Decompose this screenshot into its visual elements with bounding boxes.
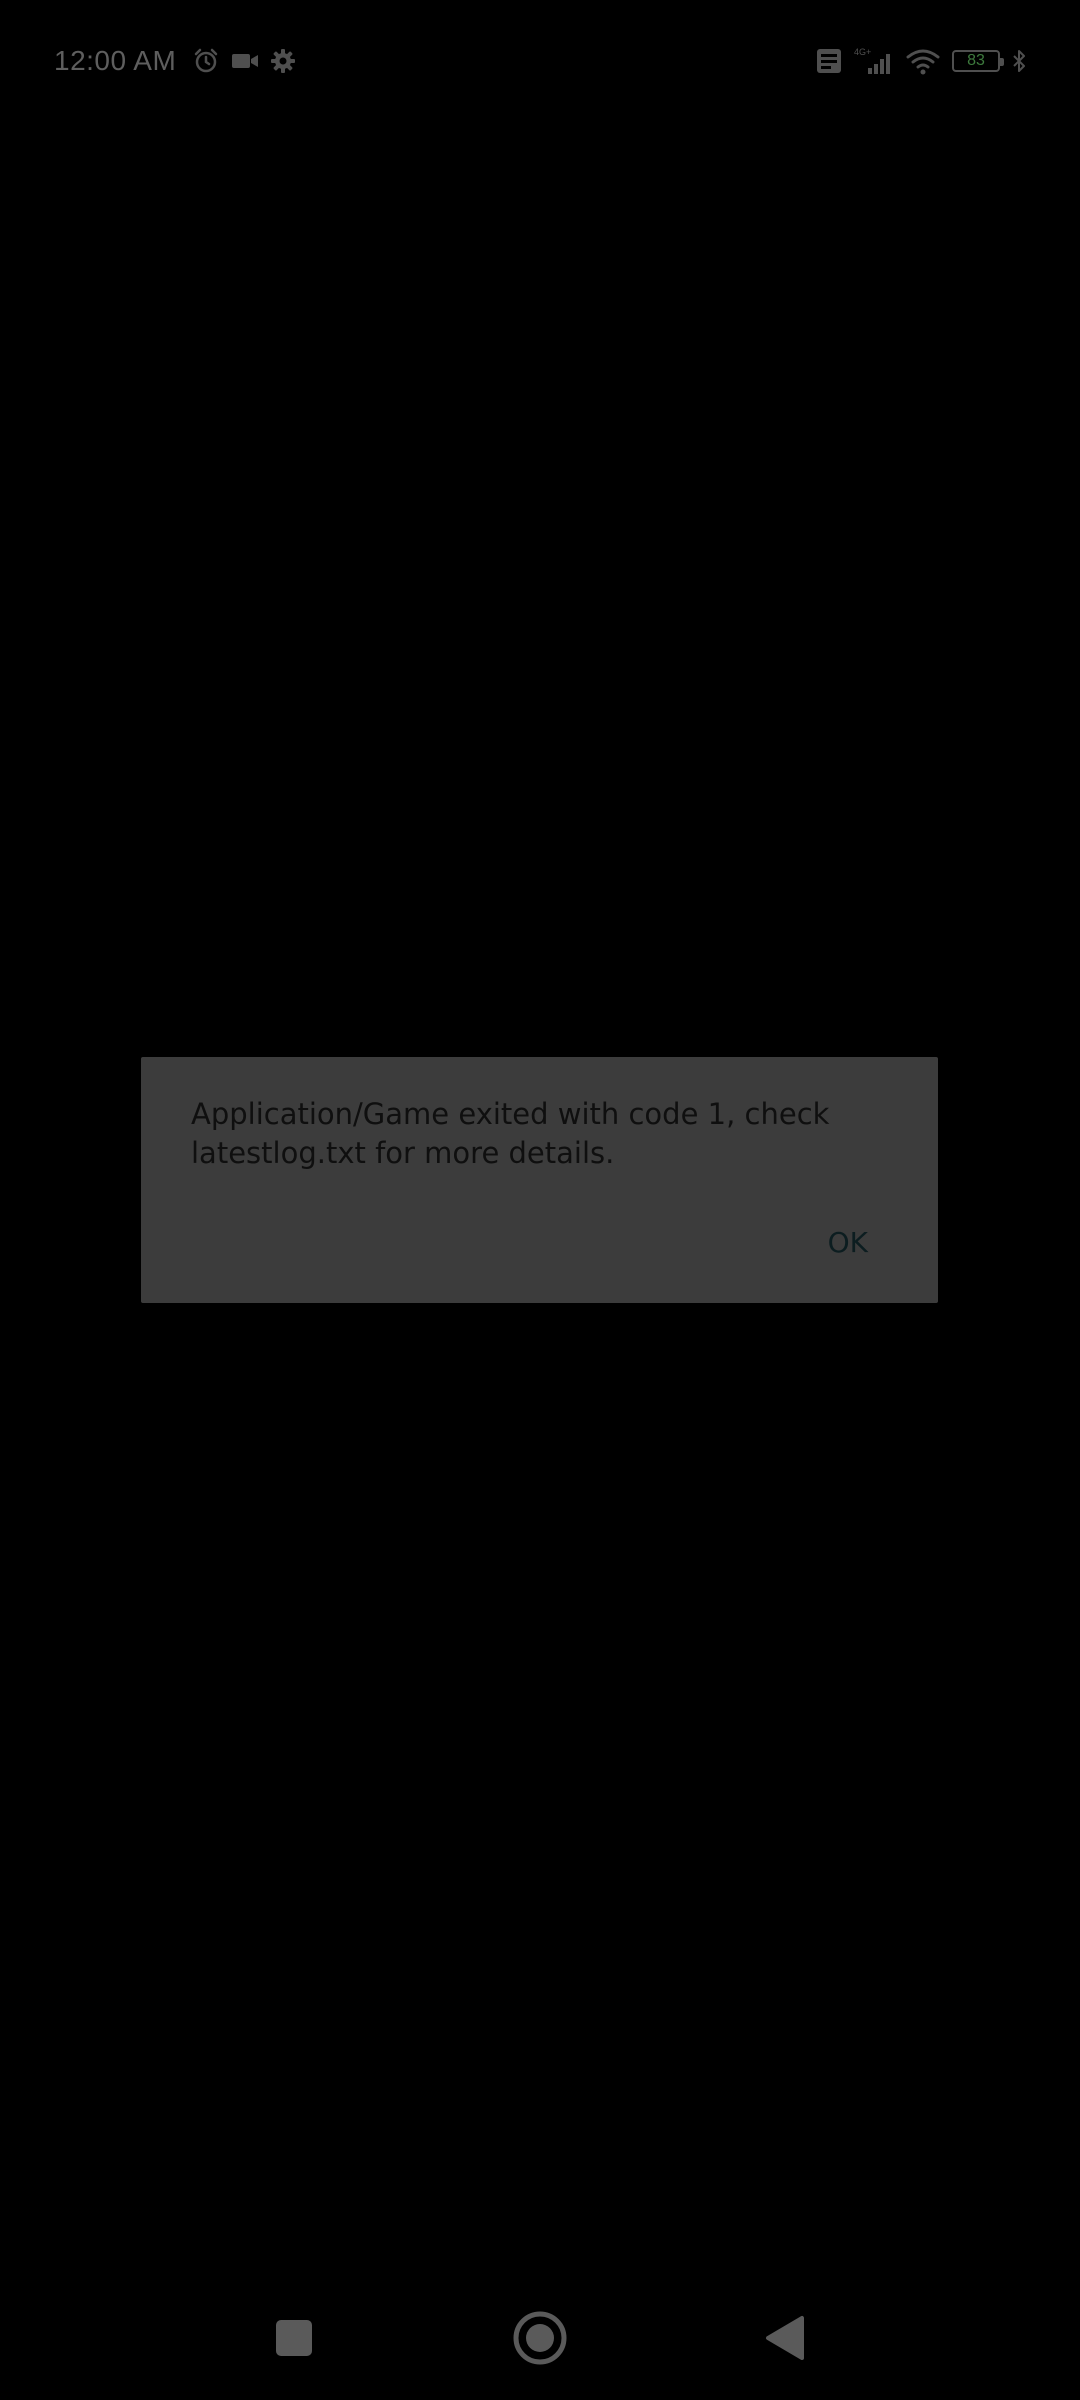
status-bar-right: 4G+ 83 xyxy=(816,40,1026,82)
battery-level: 83 xyxy=(967,52,985,69)
home-button[interactable] xyxy=(510,2308,570,2368)
screen: 12:00 AM 4G+ 83 Application/Game exited … xyxy=(0,0,1080,2400)
recents-square-icon xyxy=(276,2320,312,2356)
volte-icon xyxy=(816,48,842,74)
back-triangle-icon xyxy=(766,2316,804,2360)
mobile-signal-icon: 4G+ xyxy=(854,46,894,76)
status-bar: 12:00 AM 4G+ 83 xyxy=(0,0,1080,120)
ok-button[interactable]: OK xyxy=(828,1225,868,1261)
status-time: 12:00 AM xyxy=(54,45,177,76)
status-bar-left: 12:00 AM xyxy=(54,40,296,82)
back-button[interactable] xyxy=(754,2308,814,2368)
home-circle-icon xyxy=(513,2311,567,2365)
error-dialog: Application/Game exited with code 1, che… xyxy=(141,1057,938,1303)
network-type-label: 4G+ xyxy=(854,47,871,57)
battery-icon: 83 xyxy=(952,50,1004,72)
alarm-icon xyxy=(192,47,220,75)
wifi-icon xyxy=(906,47,940,75)
navigation-bar xyxy=(0,2280,1080,2390)
video-camera-icon xyxy=(230,49,260,73)
dialog-message: Application/Game exited with code 1, che… xyxy=(191,1097,830,1170)
settings-gear-icon xyxy=(270,48,296,74)
recents-button[interactable] xyxy=(264,2308,324,2368)
bluetooth-icon xyxy=(1012,49,1026,73)
